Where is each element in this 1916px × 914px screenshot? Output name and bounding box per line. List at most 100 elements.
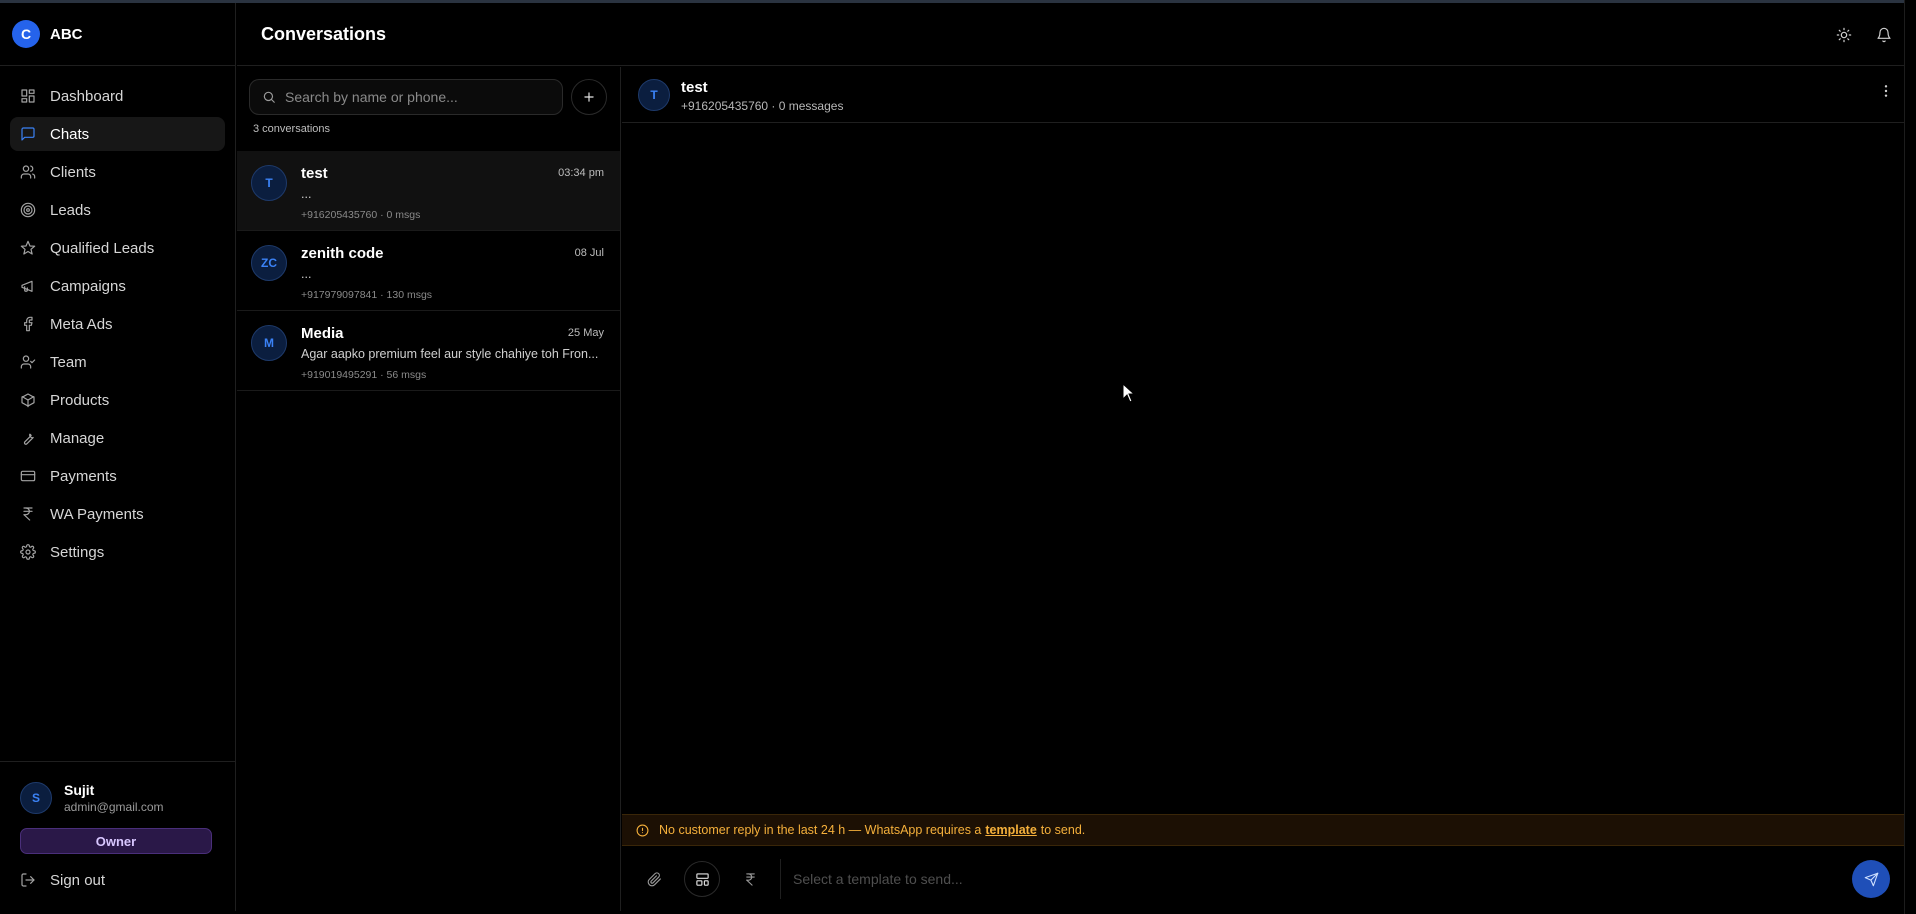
sidebar-item-label: Settings: [50, 543, 105, 561]
sign-out-label: Sign out: [50, 871, 106, 889]
dashboard-icon: [20, 88, 36, 104]
chat-contact-subtitle: +916205435760 · 0 messages: [681, 99, 844, 113]
list-item[interactable]: T test 03:34 pm ... +916205435760 · 0 ms…: [237, 151, 620, 231]
contact-meta: +919019495291 · 56 msgs: [301, 369, 427, 381]
sign-out-icon: [21, 873, 35, 887]
user-check-icon: [20, 354, 36, 370]
sidebar-item-leads[interactable]: Leads: [10, 193, 225, 227]
avatar: T: [251, 165, 287, 201]
target-icon: [20, 202, 36, 218]
sidebar-item-clients[interactable]: Clients: [10, 155, 225, 189]
sidebar-nav: Dashboard Chats Clients Leads Qualified …: [0, 66, 235, 569]
brand-name: ABC: [50, 25, 83, 43]
contact-name: zenith code: [301, 245, 384, 262]
paperclip-icon: [647, 871, 661, 886]
message-composer: [622, 847, 1904, 911]
more-vertical-icon: [1884, 85, 1888, 97]
sidebar-item-label: Campaigns: [50, 277, 126, 295]
payment-request-button[interactable]: [732, 861, 768, 897]
user-info: Sujit admin@gmail.com: [64, 782, 164, 814]
user-panel: S Sujit admin@gmail.com Owner Sign out: [0, 761, 236, 911]
conversation-list-panel: 3 conversations T test 03:34 pm ... +916…: [237, 67, 621, 911]
conversation-list: T test 03:34 pm ... +916205435760 · 0 ms…: [237, 151, 620, 391]
sidebar-item-dashboard[interactable]: Dashboard: [10, 79, 225, 113]
theme-toggle-button[interactable]: [1824, 15, 1864, 55]
chat-panel: T test +916205435760 · 0 messages No cus…: [622, 67, 1904, 911]
wrench-icon: [20, 430, 36, 446]
star-icon: [20, 240, 36, 256]
message-preview: ...: [301, 187, 312, 201]
send-icon: [1864, 872, 1878, 886]
message-preview: ...: [301, 267, 312, 281]
contact-meta: +917979097841 · 130 msgs: [301, 289, 433, 301]
send-button[interactable]: [1852, 860, 1890, 898]
contact-name: Media: [301, 325, 344, 342]
chat-header: T test +916205435760 · 0 messages: [622, 67, 1904, 123]
last-message-time: 08 Jul: [574, 247, 604, 259]
sidebar-item-label: Manage: [50, 429, 105, 447]
plus-icon: [584, 92, 594, 102]
last-message-time: 25 May: [567, 327, 604, 339]
header-actions: [1824, 3, 1904, 66]
sidebar-item-chats[interactable]: Chats: [10, 117, 225, 151]
sidebar-item-label: Products: [50, 391, 110, 409]
bell-icon: [1877, 27, 1891, 42]
page-title: Conversations: [261, 23, 387, 44]
sidebar-item-label: Dashboard: [50, 87, 124, 105]
template-icon: [695, 872, 709, 886]
user-profile[interactable]: S Sujit admin@gmail.com: [20, 782, 216, 814]
list-item[interactable]: ZC zenith code 08 Jul ... +917979097841 …: [237, 231, 620, 311]
rupee-icon: [20, 506, 36, 522]
list-item[interactable]: M Media 25 May Agar aapko premium feel a…: [237, 311, 620, 391]
sidebar-item-label: Team: [50, 353, 87, 371]
chat-contact-name: test: [681, 79, 708, 96]
brand[interactable]: C ABC: [0, 3, 235, 66]
conversation-count: 3 conversations: [253, 123, 331, 135]
sidebar-item-wa-payments[interactable]: WA Payments: [10, 497, 225, 531]
sidebar-item-label: Payments: [50, 467, 117, 485]
avatar: T: [638, 79, 670, 111]
sidebar-item-campaigns[interactable]: Campaigns: [10, 269, 225, 303]
box-icon: [20, 392, 36, 408]
search-icon: [263, 91, 275, 103]
avatar: ZC: [251, 245, 287, 281]
mouse-cursor-icon: [1122, 383, 1136, 403]
sidebar-item-label: Meta Ads: [50, 315, 113, 333]
last-message-time: 03:34 pm: [558, 167, 604, 179]
search-input[interactable]: [285, 89, 555, 105]
avatar: M: [251, 325, 287, 361]
alert-circle-icon: [636, 824, 649, 836]
new-conversation-button[interactable]: [571, 79, 607, 115]
sidebar-item-settings[interactable]: Settings: [10, 535, 225, 569]
notifications-button[interactable]: [1864, 15, 1904, 55]
template-picker-button[interactable]: [684, 861, 720, 897]
gear-icon: [20, 544, 36, 560]
avatar: S: [20, 782, 52, 814]
user-name: Sujit: [64, 782, 95, 798]
sidebar-item-label: Qualified Leads: [50, 239, 155, 257]
role-badge: Owner: [20, 828, 212, 854]
sun-icon: [1836, 27, 1852, 42]
facebook-icon: [20, 316, 36, 332]
sidebar-item-qualified-leads[interactable]: Qualified Leads: [10, 231, 225, 265]
template-link[interactable]: template: [985, 823, 1036, 837]
search-box[interactable]: [249, 79, 563, 115]
page-header: Conversations: [237, 3, 1904, 66]
sidebar-item-label: Leads: [50, 201, 91, 219]
sidebar-item-products[interactable]: Products: [10, 383, 225, 417]
message-area[interactable]: [622, 124, 1904, 814]
sidebar-item-manage[interactable]: Manage: [10, 421, 225, 455]
sidebar-item-team[interactable]: Team: [10, 345, 225, 379]
attach-button[interactable]: [636, 861, 672, 897]
message-input[interactable]: [780, 859, 1840, 899]
credit-card-icon: [20, 468, 36, 484]
brand-logo: C: [12, 20, 40, 48]
warning-text-end: to send.: [1040, 823, 1086, 837]
sidebar-item-label: Chats: [50, 125, 90, 143]
sidebar-item-label: Clients: [50, 163, 96, 181]
sidebar-item-meta-ads[interactable]: Meta Ads: [10, 307, 225, 341]
more-options-button[interactable]: [1872, 77, 1900, 105]
sidebar-item-payments[interactable]: Payments: [10, 459, 225, 493]
sign-out-button[interactable]: Sign out: [20, 866, 216, 894]
users-icon: [20, 164, 36, 180]
